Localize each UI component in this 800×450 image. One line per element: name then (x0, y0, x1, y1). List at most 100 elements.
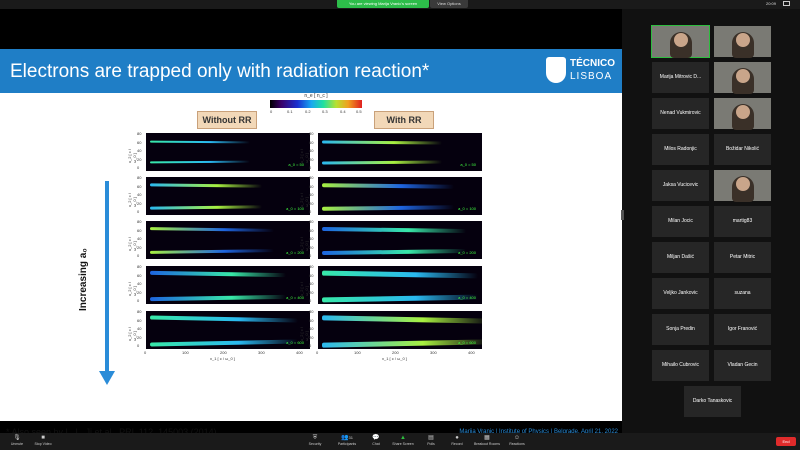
y-axis-label: x_2 [ c / ω_0 ] (127, 281, 137, 296)
screen-share-notice: You are viewing Marija Vranic's screen (337, 0, 429, 8)
chat-label: Chat (372, 442, 380, 446)
y-tick: 80 (309, 175, 314, 180)
y-axis-label: x_2 [ c / ω_0 ] (299, 281, 309, 296)
x-tick: 400 (296, 350, 303, 355)
participants-count: 31 (348, 435, 353, 440)
stop-video-label: Stop Video (34, 442, 52, 446)
density-streak (321, 204, 455, 210)
y-tick: 60 (137, 317, 142, 323)
end-meeting-button[interactable]: End (776, 437, 796, 446)
participant-tile[interactable]: Sonja Predin (651, 313, 710, 346)
y-tick: 0 (137, 253, 140, 258)
participant-tile[interactable]: Miljan Dašić (651, 241, 710, 274)
a0-value-tag: a_0 = 600 (458, 340, 476, 345)
participant-tile[interactable]: Vladan Gecin (713, 349, 772, 382)
participant-tile[interactable] (713, 169, 772, 202)
density-streak (149, 204, 263, 209)
x-tick: 100 (354, 350, 361, 355)
x-axis-label: x_1 [ c / ω_0 ] (210, 356, 235, 361)
y-tick: 80 (137, 175, 142, 180)
y-tick: 80 (309, 309, 314, 314)
shield-icon: ⛨ (312, 435, 318, 441)
participant-name: Miljan Dašić (667, 254, 694, 260)
participant-tile[interactable]: suzana (713, 277, 772, 310)
view-options-button[interactable]: View Options (430, 0, 468, 8)
participant-face (736, 177, 750, 191)
participant-name: Igor Franović (727, 326, 758, 332)
density-streak (321, 183, 455, 189)
top-bar: You are viewing Marija Vranic's screen V… (0, 0, 800, 9)
participant-name: Petar Mitric (729, 254, 756, 260)
participant-tile[interactable]: Mihailo Cubrovic (651, 349, 710, 382)
participant-face (736, 33, 750, 47)
record-button[interactable]: ● Record (442, 434, 472, 449)
security-button[interactable]: ⛨ Security (300, 434, 330, 449)
chat-button[interactable]: 💬 Chat (361, 434, 391, 449)
y-tick: 20 (309, 244, 314, 250)
participant-gallery: Marija Mitrovic D... Nenad Vukmirovic Milo… (626, 9, 800, 433)
shield-logo-icon (546, 57, 566, 83)
density-streak (149, 271, 287, 278)
label-without-rr: Without RR (197, 111, 257, 129)
y-tick: 60 (309, 317, 314, 323)
logo-text-line1: TÉCNICO (570, 58, 615, 69)
zoom-window: You are viewing Marija Vranic's screen V… (0, 0, 800, 450)
density-streak (149, 249, 275, 255)
participant-tile[interactable]: Jaksa Vucicevic (651, 169, 710, 202)
participant-tile[interactable]: Darko Tanaskovic (683, 385, 742, 418)
reactions-button[interactable]: ☺ Reactions (502, 434, 532, 449)
y-tick: 80 (137, 309, 142, 314)
breakout-rooms-label: Breakout Rooms (473, 442, 501, 446)
x-tick: 100 (182, 350, 189, 355)
participant-tile[interactable] (713, 97, 772, 130)
participant-tile[interactable] (713, 61, 772, 94)
share-screen-button[interactable]: ▲ Share Screen (388, 434, 418, 449)
y-tick: 20 (309, 200, 314, 206)
y-tick: 0 (137, 343, 140, 348)
colorbar-tick: 0.1 (287, 109, 293, 114)
density-streak (321, 314, 482, 324)
participant-tile[interactable]: Veljko Jankovic (651, 277, 710, 310)
y-tick: 20 (309, 334, 314, 340)
colorbar-tick: 0.2 (305, 109, 311, 114)
participant-face (674, 33, 688, 47)
density-streak (149, 294, 287, 301)
shared-screen: Electrons are trapped only with radiatio… (0, 9, 622, 437)
participant-tile[interactable] (713, 25, 772, 58)
participant-tile[interactable] (651, 25, 710, 58)
y-tick: 0 (309, 298, 312, 303)
participant-tile[interactable]: Igor Franović (713, 313, 772, 346)
y-tick: 0 (309, 343, 312, 348)
density-streak (149, 140, 251, 144)
panel-without-rr-4: a_0 = 400 (146, 266, 310, 304)
slide-header: Electrons are trapped only with radiatio… (0, 49, 622, 93)
panel-with-rr-4: a_0 = 400 (318, 266, 482, 304)
participant-tile[interactable]: martig83 (713, 205, 772, 238)
gallery-view-icon[interactable] (783, 1, 790, 6)
participant-tile[interactable]: Božidar Nikolić (713, 133, 772, 166)
participant-face (736, 69, 750, 83)
y-axis-label: x_2 [ c / ω_0 ] (127, 192, 137, 207)
participant-tile[interactable]: Marija Mitrovic D... (651, 61, 710, 94)
a0-value-tag: a_0 = 400 (458, 295, 476, 300)
density-streak (149, 315, 299, 323)
breakout-rooms-button[interactable]: ▦ Breakout Rooms (472, 434, 502, 449)
participant-face (736, 105, 750, 119)
slide-title: Electrons are trapped only with radiatio… (10, 61, 430, 82)
participant-tile[interactable]: Milan Jocic (651, 205, 710, 238)
y-tick: 20 (309, 156, 314, 162)
panel-resize-handle[interactable] (621, 210, 624, 220)
participant-name: Milos Radonjic (664, 146, 697, 152)
stop-video-button[interactable]: ■ Stop Video (28, 434, 58, 449)
participant-name: Nenad Vukmirovic (660, 110, 701, 116)
participant-tile[interactable]: Nenad Vukmirovic (651, 97, 710, 130)
y-tick: 80 (309, 131, 314, 136)
participant-tile[interactable]: Petar Mitric (713, 241, 772, 274)
x-tick: 200 (220, 350, 227, 355)
y-tick: 40 (137, 192, 142, 197)
colorbar-gradient (270, 100, 362, 108)
participant-tile[interactable]: Milos Radonjic (651, 133, 710, 166)
reactions-icon: ☺ (513, 435, 521, 441)
panel-without-rr-2: a_0 = 100 (146, 177, 310, 215)
participants-button[interactable]: 👥31 Participants (332, 434, 362, 449)
